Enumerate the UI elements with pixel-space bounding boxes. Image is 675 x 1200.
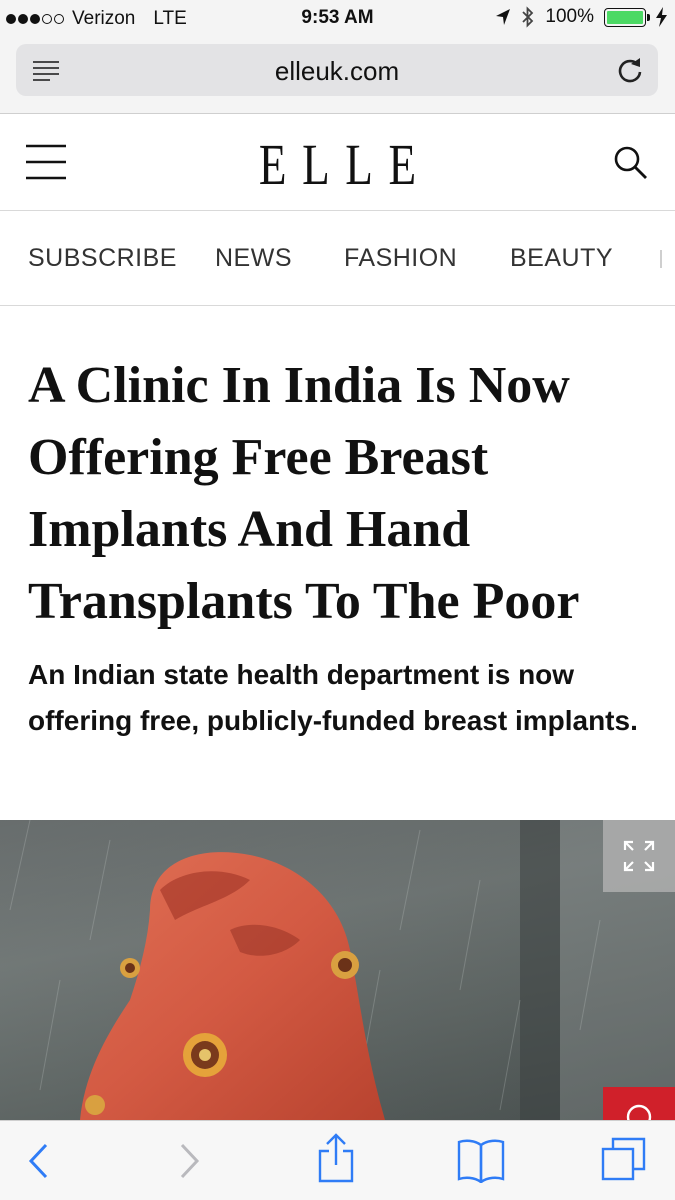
location-arrow-icon [496,9,511,25]
url-text[interactable]: elleuk.com [16,56,658,87]
battery-icon [604,7,650,27]
article-headline: A Clinic In India Is Now Offering Free B… [28,357,580,630]
forward-icon[interactable] [176,1139,202,1183]
section-nav: SUBSCRIBE NEWS FASHION BEAUTY [0,212,675,306]
nav-item-fashion[interactable]: FASHION [344,244,457,273]
nav-item-news[interactable]: NEWS [215,244,292,273]
status-bar: Verizon LTE 9:53 AM 100% [0,0,675,38]
battery-percent: 100% [545,6,594,27]
elle-logo[interactable]: ELLE [74,131,601,198]
bluetooth-icon [522,6,534,28]
tabs-icon[interactable] [600,1135,648,1183]
nav-overflow-edge [660,250,662,268]
hamburger-menu-icon[interactable] [26,142,66,182]
expand-icon [623,840,655,872]
expand-image-button[interactable] [603,820,675,892]
article-standfirst: An Indian state health department is now… [28,659,638,736]
hero-image [0,820,675,1120]
share-icon[interactable] [316,1133,356,1183]
nav-item-subscribe[interactable]: SUBSCRIBE [28,244,177,273]
charging-icon [656,7,667,27]
browser-address-area: elleuk.com [0,38,675,114]
bookmarks-icon[interactable] [456,1137,506,1183]
address-bar[interactable]: elleuk.com [16,44,658,96]
reload-icon[interactable] [616,55,644,85]
site-header: ELLE [0,115,675,211]
nav-item-beauty[interactable]: BEAUTY [510,244,613,273]
hero-photo-illustration [0,820,675,1120]
browser-toolbar [0,1120,675,1200]
status-right: 100% [495,6,667,28]
back-icon[interactable] [26,1139,52,1183]
search-icon[interactable] [613,145,649,181]
